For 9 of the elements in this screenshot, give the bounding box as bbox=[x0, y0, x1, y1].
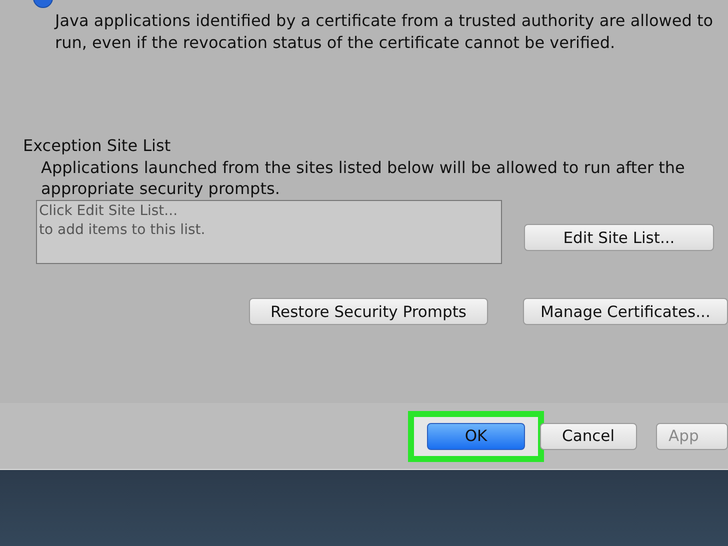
edit-site-list-button[interactable]: Edit Site List... bbox=[524, 224, 714, 251]
level-description: Java applications identified by a certificate from a trusted authority are allowed to run, even if the revocation status of the certificate cannot be verified. bbox=[55, 10, 714, 54]
dialog-button[interactable]: Restore Security Prompts bbox=[249, 298, 488, 325]
section-description: Applications launched from the sites listed below will be allowed to run after the appropriate security prompts. bbox=[41, 157, 686, 199]
dialog-button[interactable]: Cancel bbox=[540, 422, 637, 450]
section-title: Exception Site List bbox=[23, 135, 172, 157]
site-list[interactable]: Click Edit Site List... to add items to this list. bbox=[36, 200, 502, 264]
dialog-button[interactable]: OK bbox=[427, 422, 525, 450]
dialog-button[interactable]: Manage Certificates... bbox=[522, 298, 728, 325]
